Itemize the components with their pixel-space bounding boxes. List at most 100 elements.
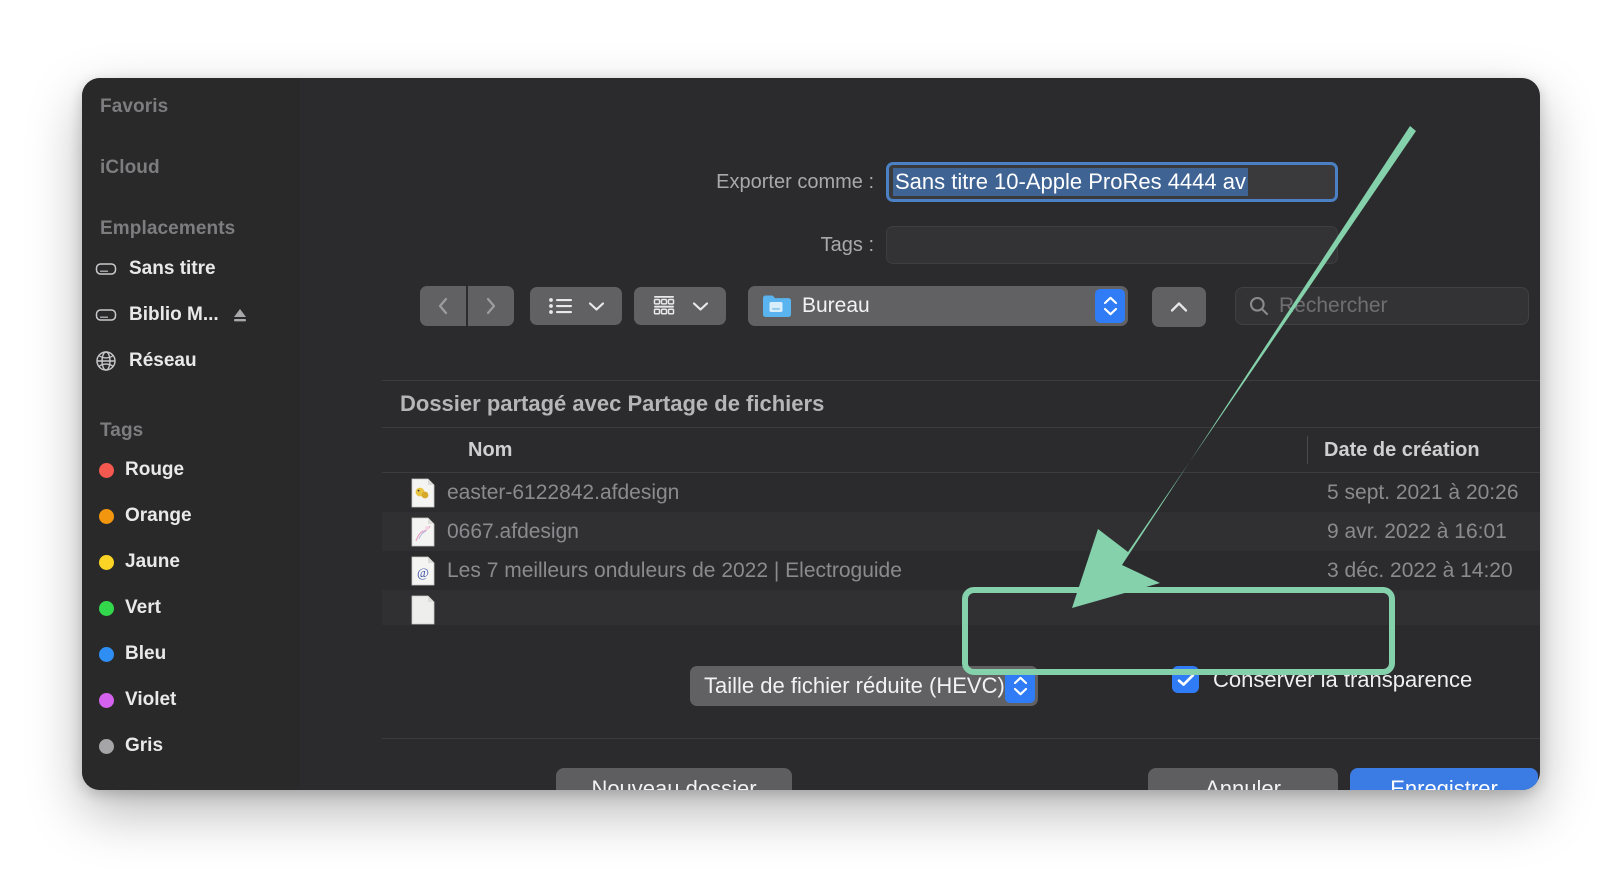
location-popup-button[interactable]: Bureau: [748, 286, 1128, 326]
sidebar-item-reseau[interactable]: Réseau: [94, 346, 197, 376]
file-date: 5 sept. 2021 à 20:26: [1327, 480, 1519, 504]
chevron-down-icon: [588, 301, 604, 311]
chevron-up-icon: [1103, 296, 1117, 305]
tag-dot-icon: [99, 462, 114, 478]
save-button[interactable]: Enregistrer: [1350, 768, 1538, 790]
back-button[interactable]: [420, 286, 466, 326]
group-view-button[interactable]: [634, 287, 726, 325]
sidebar-group-emplacements: Emplacements: [100, 218, 236, 239]
dialog-main-pane: Exporter comme : Sans titre 10-Apple Pro…: [300, 78, 1540, 790]
sidebar-item-tag-bleu[interactable]: Bleu: [94, 639, 166, 669]
table-row[interactable]: 0667.afdesign 9 avr. 2022 à 16:01: [382, 512, 1540, 551]
sidebar-item-tag-jaune[interactable]: Jaune: [94, 547, 180, 577]
bottom-divider: [382, 738, 1540, 739]
sidebar-item-label: Violet: [125, 689, 177, 710]
popup-stepper-icon: [1005, 669, 1035, 703]
save-label: Enregistrer: [1390, 776, 1498, 790]
svg-text:@: @: [417, 565, 429, 580]
tag-dot-icon: [99, 508, 114, 524]
chevron-left-icon: [438, 297, 448, 315]
cancel-label: Annuler: [1205, 776, 1281, 790]
enclosing-folder-button[interactable]: [1152, 287, 1206, 327]
sidebar-item-biblio-m[interactable]: Biblio M...: [94, 300, 248, 330]
file-name: easter-6122842.afdesign: [447, 480, 680, 504]
list-view-button[interactable]: [530, 287, 622, 325]
sidebar-item-label: Rouge: [125, 459, 185, 480]
sidebar-item-tag-gris[interactable]: Gris: [94, 731, 163, 761]
tag-dot-icon: [99, 738, 114, 754]
preserve-transparency-label: Conserver la transparence: [1213, 666, 1473, 692]
popup-stepper-icon: [1095, 289, 1125, 323]
export-name-value: Sans titre 10-Apple ProRes 4444 av: [893, 168, 1248, 196]
chevron-down-icon: [1103, 307, 1117, 316]
sidebar-item-label: Réseau: [129, 350, 197, 371]
globe-icon: [94, 349, 118, 373]
export-name-input[interactable]: Sans titre 10-Apple ProRes 4444 av: [886, 162, 1338, 202]
sidebar-item-label: Sans titre: [129, 258, 216, 279]
sidebar-item-label: Vert: [125, 597, 161, 618]
sidebar-item-label: Jaune: [125, 551, 180, 572]
afdesign-file-icon: [411, 517, 435, 546]
tags-label: Tags :: [820, 234, 874, 256]
export-as-label: Exporter comme :: [716, 171, 874, 193]
tag-dot-icon: [99, 692, 114, 708]
chevron-up-icon: [1013, 676, 1027, 685]
format-popup-button[interactable]: Taille de fichier réduite (HEVC): [690, 666, 1038, 706]
table-row[interactable]: easter-6122842.afdesign 5 sept. 2021 à 2…: [382, 473, 1540, 512]
sidebar-group-tags: Tags: [100, 420, 144, 441]
location-popup-label: Bureau: [802, 294, 870, 317]
screenshot-canvas: Favoris iCloud Emplacements Sans titre B…: [0, 0, 1622, 880]
sidebar-item-label: Orange: [125, 505, 192, 526]
chevron-right-icon: [486, 297, 496, 315]
search-input[interactable]: Rechercher: [1235, 287, 1529, 325]
file-name: 0667.afdesign: [447, 519, 579, 543]
sidebar-item-tag-vert[interactable]: Vert: [94, 593, 161, 623]
chevron-up-icon: [1170, 302, 1188, 312]
file-name: Les 7 meilleurs onduleurs de 2022 | Elec…: [447, 558, 902, 582]
sidebar-group-favoris: Favoris: [100, 96, 169, 117]
afdesign-file-icon: [411, 478, 435, 507]
generic-file-icon: [411, 595, 435, 624]
disk-icon: [94, 257, 118, 281]
sidebar-item-tag-rouge[interactable]: Rouge: [94, 455, 184, 485]
format-popup-label: Taille de fichier réduite (HEVC): [704, 673, 1005, 698]
column-header-row: Nom Date de création: [382, 428, 1540, 472]
grid-view-icon: [653, 296, 674, 315]
file-date: 3 déc. 2022 à 14:20: [1327, 558, 1513, 582]
disk-icon: [94, 303, 118, 327]
eject-icon[interactable]: [230, 306, 248, 324]
sidebar-item-tag-orange[interactable]: Orange: [94, 501, 192, 531]
tag-dot-icon: [99, 554, 114, 570]
table-row[interactable]: @ Les 7 meilleurs onduleurs de 2022 | El…: [382, 551, 1540, 590]
table-row[interactable]: [382, 590, 1540, 625]
webloc-file-icon: @: [411, 556, 435, 585]
forward-button[interactable]: [468, 286, 514, 326]
tags-input[interactable]: [886, 226, 1338, 264]
chevron-down-icon: [692, 301, 708, 311]
new-folder-button[interactable]: Nouveau dossier: [556, 768, 792, 790]
save-export-dialog: Favoris iCloud Emplacements Sans titre B…: [82, 78, 1540, 790]
sidebar-item-tag-violet[interactable]: Violet: [94, 685, 176, 715]
sidebar-item-label: Biblio M...: [129, 304, 219, 325]
sidebar-item-sans-titre[interactable]: Sans titre: [94, 254, 216, 284]
tag-dot-icon: [99, 646, 114, 662]
file-group-header: Dossier partagé avec Partage de fichiers: [382, 381, 1540, 427]
preserve-transparency-checkbox-row[interactable]: Conserver la transparence: [1172, 666, 1472, 693]
column-header-nom[interactable]: Nom: [468, 439, 512, 462]
new-folder-label: Nouveau dossier: [591, 776, 757, 790]
column-divider: [1307, 436, 1308, 464]
folder-icon: [763, 295, 791, 317]
sidebar-item-label: Bleu: [125, 643, 167, 664]
file-group-header-label: Dossier partagé avec Partage de fichiers: [400, 391, 825, 416]
sidebar-group-icloud: iCloud: [100, 157, 160, 178]
cancel-button[interactable]: Annuler: [1148, 768, 1338, 790]
column-header-date-creation[interactable]: Date de création: [1324, 439, 1480, 462]
tag-dot-icon: [99, 600, 114, 616]
search-icon: [1249, 296, 1269, 316]
sidebar: Favoris iCloud Emplacements Sans titre B…: [82, 78, 300, 790]
search-placeholder: Rechercher: [1279, 294, 1388, 317]
chevron-down-icon: [1013, 687, 1027, 696]
file-browser-list[interactable]: Dossier partagé avec Partage de fichiers…: [382, 380, 1540, 625]
checkmark-icon: [1177, 673, 1194, 686]
preserve-transparency-checkbox[interactable]: [1172, 666, 1199, 693]
